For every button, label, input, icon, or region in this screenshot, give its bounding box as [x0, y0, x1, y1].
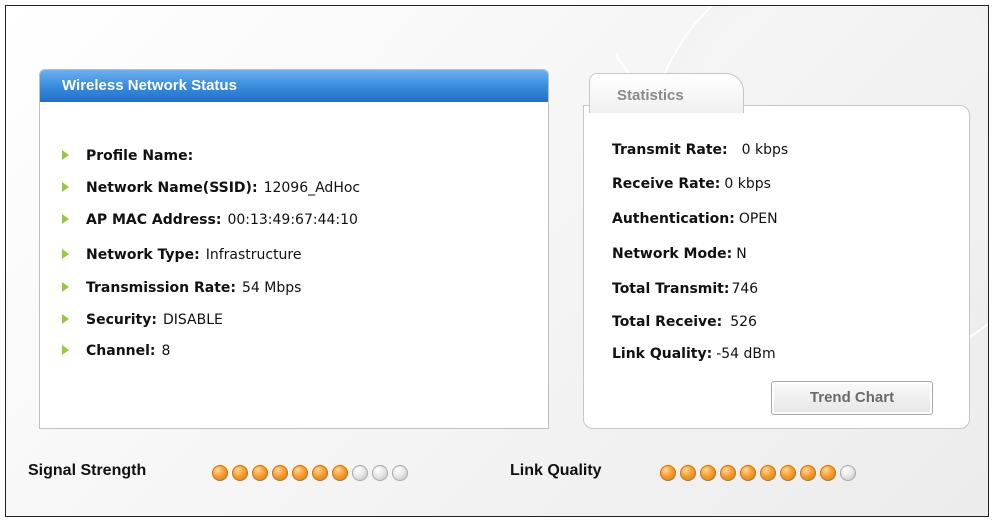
signal-strength-meter: [212, 465, 408, 483]
led-dot-icon: [372, 465, 388, 481]
led-dot-icon: [272, 465, 288, 481]
stat-label: Receive Rate:: [612, 176, 721, 192]
led-dot-icon: [292, 465, 308, 481]
status-value: 12096_AdHoc: [263, 180, 361, 196]
led-dot-icon: [780, 465, 796, 481]
status-row-security: Security: DISABLE: [62, 310, 223, 330]
status-label: Channel:: [86, 343, 156, 359]
triangle-bullet-icon: [62, 182, 69, 192]
led-dot-icon: [740, 465, 756, 481]
status-label: AP MAC Address:: [86, 212, 222, 228]
status-value: 54 Mbps: [242, 280, 302, 296]
stat-label: Total Transmit:: [612, 281, 730, 297]
status-row-transmission-rate: Transmission Rate: 54 Mbps: [62, 278, 301, 298]
status-value: DISABLE: [162, 312, 223, 328]
led-dot-icon: [352, 465, 368, 481]
led-dot-icon: [252, 465, 268, 481]
triangle-bullet-icon: [62, 214, 69, 224]
stat-value: -54 dBm: [716, 346, 776, 362]
status-row-profile-name: Profile Name:: [62, 146, 199, 166]
stat-label: Link Quality:: [612, 346, 713, 362]
status-row-ap-mac: AP MAC Address: 00:13:49:67:44:10: [62, 210, 358, 230]
link-quality-meter: [660, 465, 856, 483]
stat-value: 746: [731, 281, 759, 297]
status-value: 8: [161, 343, 171, 359]
wireless-network-status-panel: Wireless Network Status Profile Name: Ne…: [39, 69, 549, 429]
status-row-ssid: Network Name(SSID): 12096_AdHoc: [62, 178, 360, 198]
status-label: Security:: [86, 312, 157, 328]
led-dot-icon: [312, 465, 328, 481]
stat-value: OPEN: [738, 211, 778, 227]
led-dot-icon: [760, 465, 776, 481]
stat-label: Network Mode:: [612, 246, 733, 262]
status-value: 00:13:49:67:44:10: [227, 212, 358, 228]
trend-chart-button[interactable]: Trend Chart: [771, 381, 933, 415]
stat-label: Transmit Rate:: [612, 142, 728, 158]
led-dot-icon: [840, 465, 856, 481]
signal-strength-label: Signal Strength: [28, 462, 147, 479]
panel-title: Wireless Network Status: [40, 70, 548, 102]
stat-label: Authentication:: [612, 211, 735, 227]
status-row-network-type: Network Type: Infrastructure: [62, 245, 302, 265]
status-label: Network Type:: [86, 247, 200, 263]
led-dot-icon: [232, 465, 248, 481]
utility-window: Wireless Network Status Profile Name: Ne…: [5, 5, 989, 517]
tab-statistics-label: Statistics: [617, 87, 684, 104]
led-dot-icon: [680, 465, 696, 481]
link-quality-label: Link Quality: [510, 462, 602, 479]
led-dot-icon: [212, 465, 228, 481]
triangle-bullet-icon: [62, 314, 69, 324]
led-dot-icon: [660, 465, 676, 481]
stat-row-link-quality: Link Quality: -54 dBm: [612, 344, 776, 364]
led-dot-icon: [820, 465, 836, 481]
status-label: Profile Name:: [86, 148, 194, 164]
led-dot-icon: [720, 465, 736, 481]
triangle-bullet-icon: [62, 249, 69, 259]
led-dot-icon: [700, 465, 716, 481]
stat-value: N: [736, 246, 747, 262]
status-value: Infrastructure: [205, 247, 302, 263]
led-dot-icon: [332, 465, 348, 481]
stat-value: 526: [730, 314, 757, 330]
stat-row-transmit-rate: Transmit Rate: 0 kbps: [612, 140, 788, 160]
status-row-channel: Channel: 8: [62, 341, 170, 361]
stat-row-total-receive: Total Receive: 526: [612, 312, 757, 332]
stat-row-total-transmit: Total Transmit: 746: [612, 279, 758, 299]
triangle-bullet-icon: [62, 150, 69, 160]
led-dot-icon: [392, 465, 408, 481]
stat-value: 0 kbps: [741, 142, 789, 158]
tab-statistics[interactable]: Statistics: [589, 73, 744, 113]
statistics-panel: Transmit Rate: 0 kbps Receive Rate: 0 kbps…: [583, 105, 970, 429]
status-label: Transmission Rate:: [86, 280, 236, 296]
stat-row-authentication: Authentication: OPEN: [612, 209, 778, 229]
triangle-bullet-icon: [62, 345, 69, 355]
led-dot-icon: [800, 465, 816, 481]
stat-row-network-mode: Network Mode: N: [612, 244, 747, 264]
stat-label: Total Receive:: [612, 314, 723, 330]
triangle-bullet-icon: [62, 282, 69, 292]
stat-value: 0 kbps: [724, 176, 771, 192]
stat-row-receive-rate: Receive Rate: 0 kbps: [612, 174, 771, 194]
status-label: Network Name(SSID):: [86, 180, 258, 196]
